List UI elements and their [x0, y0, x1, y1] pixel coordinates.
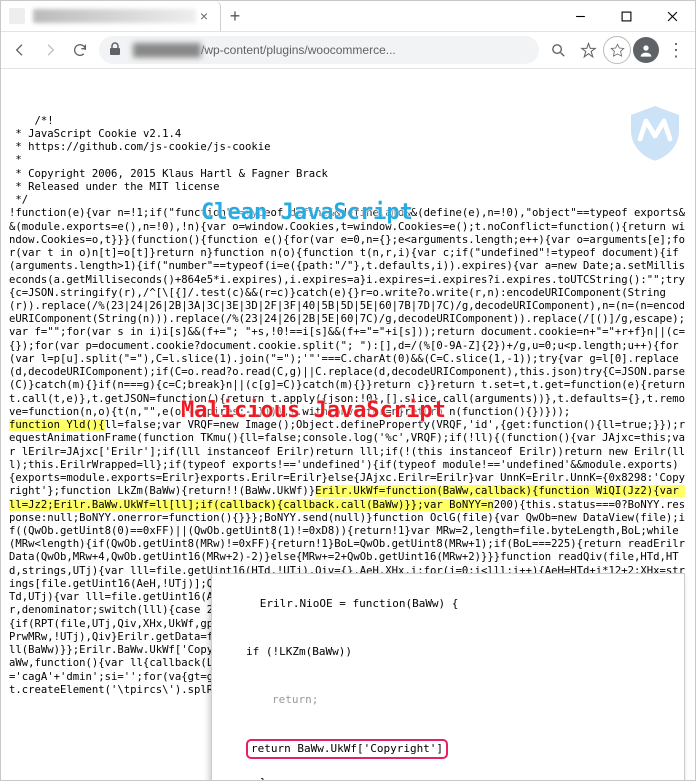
- window-minimize-button[interactable]: [557, 1, 603, 31]
- tab-close-icon[interactable]: ×: [196, 8, 212, 24]
- code-clean: !function(e){var n=!1;if("function"==typ…: [9, 207, 691, 418]
- avatar-button[interactable]: [631, 35, 661, 65]
- malwarebytes-watermark-icon: [625, 77, 685, 137]
- popup-line: if (!LKZm(BaWw)): [220, 644, 676, 660]
- back-button[interactable]: [5, 35, 35, 65]
- url-path: /wp-content/plugins/woocommerce...: [201, 43, 396, 57]
- browser-tab[interactable]: ×: [1, 1, 221, 31]
- bookmark-icon[interactable]: [573, 35, 603, 65]
- new-tab-button[interactable]: +: [221, 6, 249, 27]
- code-highlight-function: function Yld(){: [9, 419, 105, 431]
- forward-button[interactable]: [35, 35, 65, 65]
- window-close-button[interactable]: [649, 1, 695, 31]
- popup-line: }: [260, 776, 267, 780]
- reload-button[interactable]: [65, 35, 95, 65]
- code-popup: Erilr.NioOE = function(BaWw) { if (!LKZm…: [211, 573, 685, 780]
- menu-button[interactable]: ⋮: [661, 35, 691, 65]
- popup-highlight-return: return BaWw.UkWf['Copyright']: [246, 739, 448, 759]
- tab-favicon: [9, 8, 25, 24]
- zoom-icon[interactable]: [543, 35, 573, 65]
- lock-icon: [109, 42, 121, 59]
- url-host: ████████: [133, 43, 201, 57]
- page-content: /*! * JavaScript Cookie v2.1.4 * https:/…: [1, 69, 695, 780]
- extension-icon[interactable]: [603, 36, 631, 64]
- popup-line: return;: [220, 692, 676, 708]
- tab-title: [33, 9, 196, 23]
- titlebar: × +: [1, 1, 695, 31]
- url-box[interactable]: ████████ /wp-content/plugins/woocommerce…: [99, 36, 539, 64]
- window-maximize-button[interactable]: [603, 1, 649, 31]
- address-bar: ████████ /wp-content/plugins/woocommerce…: [1, 31, 695, 69]
- code-comment: /*! * JavaScript Cookie v2.1.4 * https:/…: [9, 115, 328, 206]
- popup-line: Erilr.NioOE = function(BaWw) {: [260, 597, 459, 610]
- browser-window: × + ████████ /wp-content/plugins/woocomm…: [0, 0, 696, 781]
